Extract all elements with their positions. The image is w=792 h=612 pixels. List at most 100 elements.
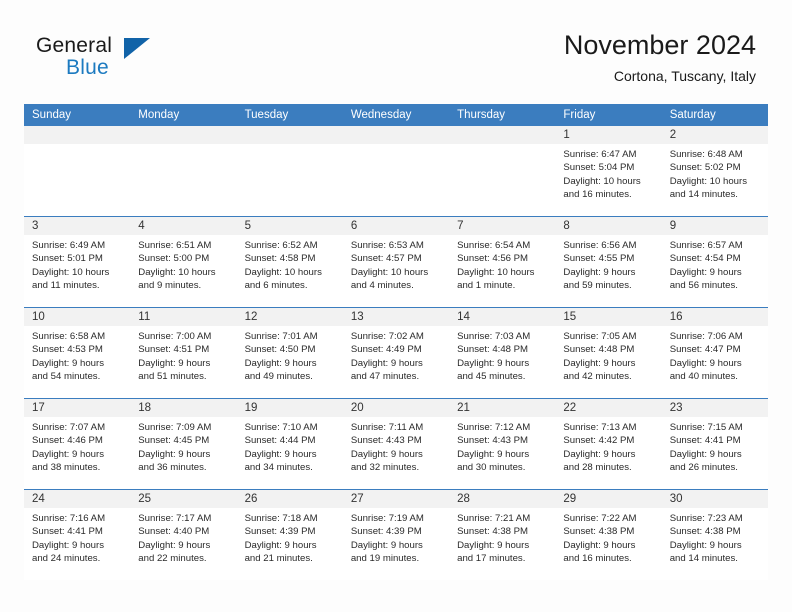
day-cell-inner: 11 Sunrise: 7:00 AM Sunset: 4:51 PM Dayligh… (130, 308, 237, 398)
calendar-day-cell[interactable]: 14 Sunrise: 7:03 AM Sunset: 4:48 PM Dayligh… (449, 307, 556, 399)
calendar-day-cell[interactable]: 13 Sunrise: 7:02 AM Sunset: 4:49 PM Dayligh… (342, 307, 450, 399)
calendar-day-cell[interactable]: 21 Sunrise: 7:12 AM Sunset: 4:43 PM Dayligh… (449, 398, 556, 490)
calendar-day-cell[interactable]: 16 Sunrise: 7:06 AM Sunset: 4:47 PM Dayligh… (661, 307, 768, 399)
calendar-day-cell[interactable]: 6 Sunrise: 6:53 AM Sunset: 4:57 PM Daylight… (342, 216, 450, 308)
calendar-day-cell[interactable]: 11 Sunrise: 7:00 AM Sunset: 4:51 PM Dayligh… (130, 307, 237, 399)
day-number: 21 (449, 399, 556, 417)
day-cell-details: Sunrise: 7:07 AM Sunset: 4:46 PM Daylight:… (24, 417, 130, 475)
sunset-text: Sunset: 4:45 PM (138, 435, 210, 447)
day-number: 12 (236, 308, 343, 326)
day-number: 16 (661, 308, 768, 326)
sunrise-text: Sunrise: 6:54 AM (457, 240, 531, 251)
calendar-day-cell[interactable]: 7 Sunrise: 6:54 AM Sunset: 4:56 PM Daylight… (449, 216, 556, 308)
daylight-text-line1: Daylight: 9 hours (563, 266, 636, 278)
daylight-text-line1: Daylight: 9 hours (32, 357, 104, 369)
calendar-day-cell[interactable]: 27 Sunrise: 7:19 AM Sunset: 4:39 PM Dayligh… (342, 489, 450, 580)
calendar-day-cell[interactable]: 5 Sunrise: 6:52 AM Sunset: 4:58 PM Daylight… (236, 216, 343, 308)
calendar-day-cell[interactable]: 26 Sunrise: 7:18 AM Sunset: 4:39 PM Dayligh… (236, 489, 343, 580)
daylight-text-line2: and 45 minutes. (457, 371, 526, 383)
calendar-day-cell[interactable]: 9 Sunrise: 6:57 AM Sunset: 4:54 PM Daylight… (661, 216, 768, 308)
day-cell-inner: 7 Sunrise: 6:54 AM Sunset: 4:56 PM Daylight… (449, 217, 556, 307)
calendar-day-cell[interactable]: 28 Sunrise: 7:21 AM Sunset: 4:38 PM Dayligh… (449, 489, 556, 580)
calendar-day-cell[interactable]: 18 Sunrise: 7:09 AM Sunset: 4:45 PM Dayligh… (130, 398, 237, 490)
location-subtitle: Cortona, Tuscany, Italy (613, 68, 756, 84)
weekday-header-tuesday: Tuesday (236, 104, 343, 126)
sunrise-text: Sunrise: 6:47 AM (563, 149, 637, 160)
calendar-day-cell[interactable]: 12 Sunrise: 7:01 AM Sunset: 4:50 PM Dayligh… (236, 307, 343, 399)
sunrise-text: Sunrise: 6:58 AM (32, 331, 106, 342)
day-cell-details: Sunrise: 6:49 AM Sunset: 5:01 PM Daylight:… (24, 235, 130, 293)
day-cell-details: Sunrise: 7:15 AM Sunset: 4:41 PM Daylight:… (662, 417, 768, 475)
calendar-week-row: 1 Sunrise: 6:47 AM Sunset: 5:04 PM Daylight… (24, 126, 768, 217)
daylight-text-line2: and 17 minutes. (457, 553, 526, 565)
sunrise-text: Sunrise: 7:01 AM (244, 331, 318, 342)
sunrise-text: Sunrise: 7:03 AM (457, 331, 531, 342)
calendar-day-cell[interactable]: 25 Sunrise: 7:17 AM Sunset: 4:40 PM Dayligh… (130, 489, 237, 580)
day-number (342, 126, 450, 144)
day-cell-details: Sunrise: 6:47 AM Sunset: 5:04 PM Daylight:… (555, 144, 661, 202)
calendar-day-cell[interactable]: 15 Sunrise: 7:05 AM Sunset: 4:48 PM Dayligh… (555, 307, 662, 399)
day-number (449, 126, 556, 144)
calendar-day-cell[interactable]: 2 Sunrise: 6:48 AM Sunset: 5:02 PM Daylight… (661, 126, 768, 217)
daylight-text-line2: and 30 minutes. (457, 462, 526, 474)
day-cell-inner: 23 Sunrise: 7:15 AM Sunset: 4:41 PM Dayligh… (661, 399, 768, 489)
sunrise-text: Sunrise: 6:52 AM (244, 240, 318, 251)
calendar-day-cell[interactable]: 10 Sunrise: 6:58 AM Sunset: 4:53 PM Dayligh… (24, 307, 131, 399)
calendar-day-cell[interactable]: 30 Sunrise: 7:23 AM Sunset: 4:38 PM Dayligh… (661, 489, 768, 580)
daylight-text-line1: Daylight: 9 hours (32, 539, 104, 551)
weekday-header-monday: Monday (130, 104, 237, 126)
daylight-text-line2: and 28 minutes. (563, 462, 632, 474)
sunrise-text: Sunrise: 7:22 AM (563, 513, 637, 524)
daylight-text-line2: and 42 minutes. (563, 371, 632, 383)
day-cell-inner (342, 126, 450, 216)
daylight-text-line2: and 51 minutes. (138, 371, 207, 383)
calendar-day-cell[interactable]: 23 Sunrise: 7:15 AM Sunset: 4:41 PM Dayligh… (661, 398, 768, 490)
brand-logo[interactable]: General Blue (36, 34, 166, 88)
title-block: November 2024 Cortona, Tuscany, Italy (564, 28, 756, 87)
calendar-day-cell[interactable]: 8 Sunrise: 6:56 AM Sunset: 4:55 PM Daylight… (555, 216, 662, 308)
sunrise-text: Sunrise: 6:51 AM (138, 240, 212, 251)
daylight-text-line2: and 49 minutes. (244, 371, 313, 383)
daylight-text-line2: and 56 minutes. (669, 280, 738, 292)
day-number (236, 126, 343, 144)
brand-name-general: General (36, 34, 113, 57)
day-cell-details: Sunrise: 6:51 AM Sunset: 5:00 PM Daylight:… (130, 235, 236, 293)
calendar-day-cell[interactable]: 17 Sunrise: 7:07 AM Sunset: 4:46 PM Dayligh… (24, 398, 131, 490)
daylight-text-line2: and 14 minutes. (669, 189, 738, 201)
calendar-day-cell[interactable]: 22 Sunrise: 7:13 AM Sunset: 4:42 PM Dayligh… (555, 398, 662, 490)
calendar-day-cell[interactable]: 24 Sunrise: 7:16 AM Sunset: 4:41 PM Dayligh… (24, 489, 131, 580)
day-number (24, 126, 131, 144)
calendar-day-cell[interactable]: 19 Sunrise: 7:10 AM Sunset: 4:44 PM Dayligh… (236, 398, 343, 490)
daylight-text-line1: Daylight: 9 hours (350, 357, 423, 369)
day-cell-details: Sunrise: 6:56 AM Sunset: 4:55 PM Daylight:… (555, 235, 661, 293)
day-number: 30 (661, 490, 768, 508)
day-number: 28 (449, 490, 556, 508)
sunset-text: Sunset: 4:50 PM (244, 344, 316, 356)
day-cell-inner (449, 126, 556, 216)
day-cell-inner: 21 Sunrise: 7:12 AM Sunset: 4:43 PM Dayligh… (449, 399, 556, 489)
day-number: 1 (555, 126, 662, 144)
sunset-text: Sunset: 4:43 PM (457, 435, 529, 447)
sunset-text: Sunset: 4:57 PM (350, 253, 422, 265)
daylight-text-line1: Daylight: 10 hours (563, 175, 641, 187)
day-number: 18 (130, 399, 237, 417)
day-cell-inner: 8 Sunrise: 6:56 AM Sunset: 4:55 PM Daylight… (555, 217, 662, 307)
calendar-day-cell[interactable]: 4 Sunrise: 6:51 AM Sunset: 5:00 PM Daylight… (130, 216, 237, 308)
day-number: 22 (555, 399, 662, 417)
sunset-text: Sunset: 4:46 PM (32, 435, 103, 447)
calendar-day-cell[interactable]: 20 Sunrise: 7:11 AM Sunset: 4:43 PM Dayligh… (342, 398, 450, 490)
sunset-text: Sunset: 4:42 PM (563, 435, 635, 447)
sunset-text: Sunset: 4:38 PM (563, 526, 635, 538)
calendar-day-cell[interactable]: 1 Sunrise: 6:47 AM Sunset: 5:04 PM Daylight… (555, 126, 662, 217)
day-cell-details: Sunrise: 7:03 AM Sunset: 4:48 PM Daylight:… (449, 326, 555, 384)
daylight-text-line2: and 21 minutes. (244, 553, 313, 565)
day-cell-details: Sunrise: 7:23 AM Sunset: 4:38 PM Daylight:… (662, 508, 768, 566)
calendar-day-cell[interactable]: 3 Sunrise: 6:49 AM Sunset: 5:01 PM Daylight… (24, 216, 131, 308)
sunrise-text: Sunrise: 7:11 AM (350, 422, 424, 433)
daylight-text-line2: and 16 minutes. (563, 189, 632, 201)
calendar-day-cell[interactable]: 29 Sunrise: 7:22 AM Sunset: 4:38 PM Dayligh… (555, 489, 662, 580)
day-cell-inner: 24 Sunrise: 7:16 AM Sunset: 4:41 PM Dayligh… (24, 490, 131, 580)
sunrise-text: Sunrise: 7:17 AM (138, 513, 212, 524)
day-number: 15 (555, 308, 662, 326)
day-number: 10 (24, 308, 131, 326)
